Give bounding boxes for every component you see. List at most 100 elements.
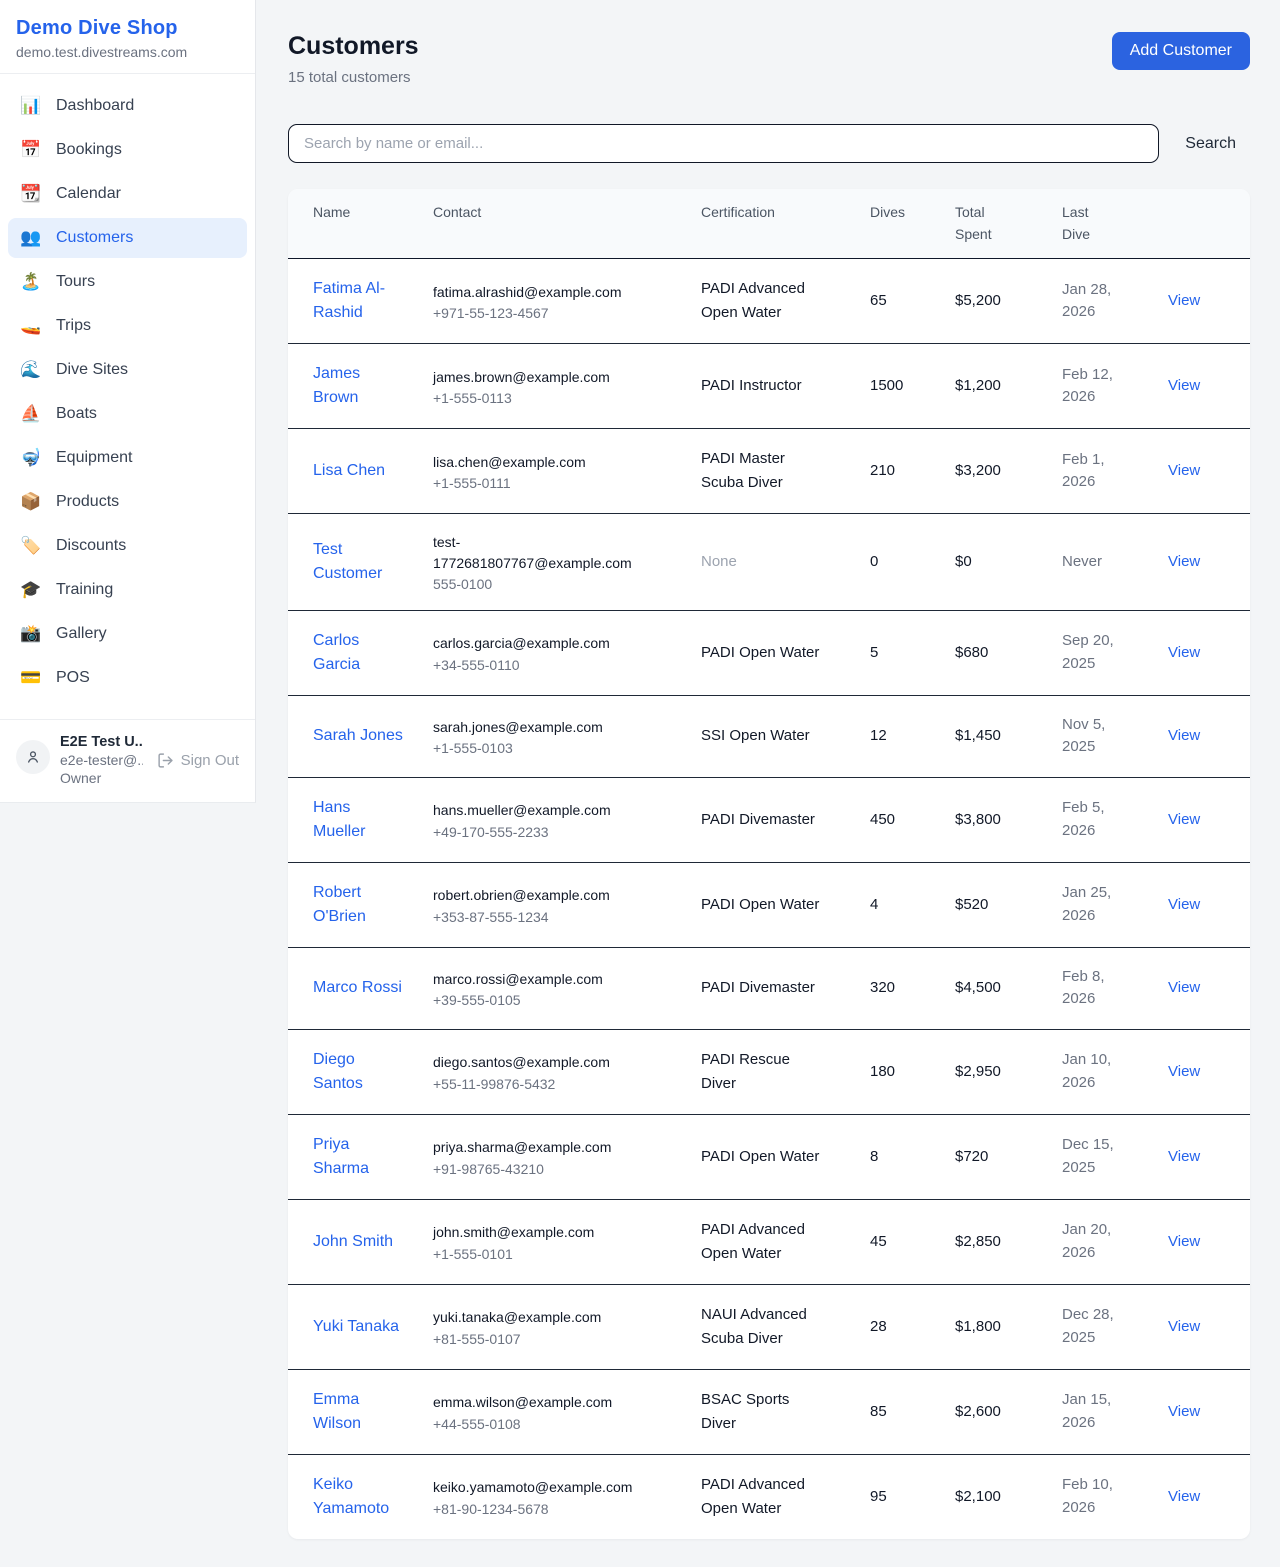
boat-trip-icon: 🚤 — [20, 316, 42, 336]
view-customer-link[interactable]: View — [1168, 896, 1200, 913]
user-info: E2E Test U... e2e-tester@... Owner — [60, 734, 143, 786]
customer-email: emma.wilson@example.com — [433, 1392, 641, 1412]
column-header-total-spent: Total Spent — [955, 189, 1062, 259]
customer-total-spent: $680 — [955, 644, 988, 661]
customer-total-spent: $1,450 — [955, 727, 1001, 744]
view-customer-link[interactable]: View — [1168, 811, 1200, 828]
camera-icon: 📸 — [20, 624, 42, 644]
user-role: Owner — [60, 770, 143, 786]
table-row: Priya Sharma priya.sharma@example.com +9… — [288, 1114, 1250, 1199]
sidebar-item-calendar[interactable]: 📆 Calendar — [8, 174, 247, 214]
sidebar-item-dive-sites[interactable]: 🌊 Dive Sites — [8, 350, 247, 390]
customer-name-link[interactable]: Priya Sharma — [313, 1133, 404, 1181]
customer-name-link[interactable]: James Brown — [313, 362, 404, 410]
view-customer-link[interactable]: View — [1168, 292, 1200, 309]
customer-total-spent: $0 — [955, 553, 972, 570]
customers-table-body: Fatima Al-Rashid fatima.alrashid@example… — [288, 259, 1250, 1539]
customer-name-link[interactable]: Yuki Tanaka — [313, 1315, 404, 1339]
view-customer-link[interactable]: View — [1168, 553, 1200, 570]
customer-phone: +1-555-0111 — [433, 475, 701, 491]
tear-off-calendar-icon: 📆 — [20, 184, 42, 204]
customer-dives: 0 — [870, 553, 878, 570]
customer-name-link[interactable]: Diego Santos — [313, 1048, 404, 1096]
customer-name-link[interactable]: John Smith — [313, 1230, 404, 1254]
view-customer-link[interactable]: View — [1168, 1063, 1200, 1080]
add-customer-button[interactable]: Add Customer — [1112, 32, 1250, 70]
customer-name-link[interactable]: Test Customer — [313, 538, 404, 586]
sidebar-item-trips[interactable]: 🚤 Trips — [8, 306, 247, 346]
customers-table: Name Contact Certification Dives Total S… — [288, 189, 1250, 1539]
customer-dives: 450 — [870, 811, 895, 828]
view-customer-link[interactable]: View — [1168, 644, 1200, 661]
customer-email: sarah.jones@example.com — [433, 717, 641, 737]
page-title: Customers — [288, 32, 419, 61]
sign-out-button[interactable]: Sign Out — [157, 752, 239, 769]
customer-last-dive: Jan 25, 2026 — [1062, 882, 1122, 927]
sidebar-item-tours[interactable]: 🏝️ Tours — [8, 262, 247, 302]
table-row: John Smith john.smith@example.com +1-555… — [288, 1199, 1250, 1284]
customer-phone: +49-170-555-2233 — [433, 824, 701, 840]
customer-name-link[interactable]: Emma Wilson — [313, 1388, 404, 1436]
sidebar-item-equipment[interactable]: 🤿 Equipment — [8, 438, 247, 478]
view-customer-link[interactable]: View — [1168, 727, 1200, 744]
customer-certification: PADI Divemaster — [701, 808, 823, 832]
view-customer-link[interactable]: View — [1168, 462, 1200, 479]
view-customer-link[interactable]: View — [1168, 979, 1200, 996]
customer-dives: 5 — [870, 644, 878, 661]
view-customer-link[interactable]: View — [1168, 1148, 1200, 1165]
customer-name-link[interactable]: Keiko Yamamoto — [313, 1473, 404, 1521]
customer-name-link[interactable]: Robert O'Brien — [313, 881, 404, 929]
customer-name-link[interactable]: Marco Rossi — [313, 976, 404, 1000]
view-customer-link[interactable]: View — [1168, 377, 1200, 394]
customer-email: yuki.tanaka@example.com — [433, 1307, 641, 1327]
table-row: Test Customer test-1772681807767@example… — [288, 514, 1250, 611]
customer-email: test-1772681807767@example.com — [433, 532, 641, 573]
customer-dives: 12 — [870, 727, 887, 744]
customer-certification: BSAC Sports Diver — [701, 1388, 823, 1436]
table-row: Sarah Jones sarah.jones@example.com +1-5… — [288, 695, 1250, 777]
sidebar-nav: 📊 Dashboard 📅 Bookings 📆 Calendar 👥 Cust… — [0, 74, 255, 714]
credit-card-icon: 💳 — [20, 668, 42, 688]
customer-last-dive: Dec 28, 2025 — [1062, 1304, 1122, 1349]
table-header-row: Name Contact Certification Dives Total S… — [288, 189, 1250, 259]
sidebar-item-discounts[interactable]: 🏷️ Discounts — [8, 526, 247, 566]
customer-last-dive: Jan 28, 2026 — [1062, 279, 1122, 324]
customer-certification: PADI Master Scuba Diver — [701, 447, 823, 495]
customer-certification: None — [701, 550, 823, 574]
table-row: Robert O'Brien robert.obrien@example.com… — [288, 862, 1250, 947]
view-customer-link[interactable]: View — [1168, 1403, 1200, 1420]
view-customer-link[interactable]: View — [1168, 1488, 1200, 1505]
diving-mask-icon: 🤿 — [20, 448, 42, 468]
customer-name-link[interactable]: Sarah Jones — [313, 724, 404, 748]
view-customer-link[interactable]: View — [1168, 1318, 1200, 1335]
column-header-dives: Dives — [870, 189, 955, 259]
column-header-actions — [1168, 189, 1250, 259]
sidebar-item-training[interactable]: 🎓 Training — [8, 570, 247, 610]
customer-name-link[interactable]: Lisa Chen — [313, 459, 404, 483]
sidebar-item-products[interactable]: 📦 Products — [8, 482, 247, 522]
customer-email: priya.sharma@example.com — [433, 1137, 641, 1157]
search-button[interactable]: Search — [1185, 135, 1250, 153]
customer-email: carlos.garcia@example.com — [433, 633, 641, 653]
customer-certification: PADI Rescue Diver — [701, 1048, 823, 1096]
table-row: Fatima Al-Rashid fatima.alrashid@example… — [288, 259, 1250, 344]
customer-name-link[interactable]: Hans Mueller — [313, 796, 404, 844]
sidebar-item-boats[interactable]: ⛵ Boats — [8, 394, 247, 434]
sidebar-item-label: Boats — [56, 405, 97, 423]
customer-name-link[interactable]: Carlos Garcia — [313, 629, 404, 677]
sidebar-item-bookings[interactable]: 📅 Bookings — [8, 130, 247, 170]
title-block: Customers 15 total customers — [288, 32, 419, 86]
customers-table-card: Name Contact Certification Dives Total S… — [288, 189, 1250, 1539]
customer-last-dive: Sep 20, 2025 — [1062, 630, 1122, 675]
sidebar-item-dashboard[interactable]: 📊 Dashboard — [8, 86, 247, 126]
sidebar-item-label: Trips — [56, 317, 91, 335]
customer-total-spent: $2,100 — [955, 1488, 1001, 1505]
sidebar-item-gallery[interactable]: 📸 Gallery — [8, 614, 247, 654]
view-customer-link[interactable]: View — [1168, 1233, 1200, 1250]
search-input[interactable] — [288, 124, 1159, 163]
sidebar-item-pos[interactable]: 💳 POS — [8, 658, 247, 698]
customer-name-link[interactable]: Fatima Al-Rashid — [313, 277, 404, 325]
sidebar: Demo Dive Shop demo.test.divestreams.com… — [0, 0, 256, 803]
sidebar-item-customers[interactable]: 👥 Customers — [8, 218, 247, 258]
customer-total-spent: $1,800 — [955, 1318, 1001, 1335]
